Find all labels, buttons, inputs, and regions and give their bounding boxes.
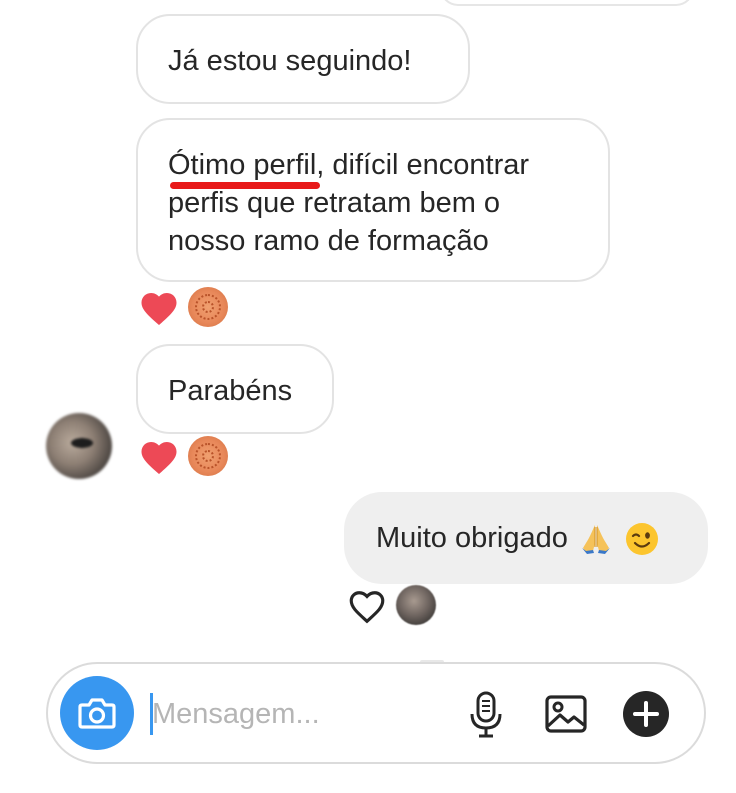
image-icon <box>545 695 587 733</box>
red-underline-annotation <box>170 182 321 189</box>
reactor-avatar <box>188 436 228 476</box>
message-text: Já estou seguindo! <box>168 45 412 77</box>
heart-icon <box>141 293 177 326</box>
outgoing-message-bubble[interactable]: Muito obrigado <box>344 492 708 584</box>
underlined-text: Ótimo perfil <box>168 146 321 189</box>
sender-avatar[interactable] <box>46 413 112 479</box>
gallery-button[interactable] <box>538 686 594 742</box>
camera-icon <box>78 698 116 729</box>
more-options-button[interactable] <box>618 686 674 742</box>
heart-icon <box>141 442 177 475</box>
incoming-message-bubble[interactable]: Já estou seguindo! <box>136 14 470 104</box>
previous-message-bubble <box>440 0 694 6</box>
plus-icon <box>623 691 669 737</box>
message-reactions[interactable] <box>138 287 228 327</box>
camera-button[interactable] <box>60 676 134 750</box>
microphone-button[interactable] <box>458 686 514 742</box>
message-reactions[interactable] <box>346 585 436 625</box>
message-text: Muito obrigado <box>376 522 568 554</box>
reactor-avatar <box>188 287 228 327</box>
microphone-icon <box>470 691 502 738</box>
message-reactions[interactable] <box>138 436 228 476</box>
message-input[interactable] <box>152 688 452 740</box>
message-composer <box>46 662 706 764</box>
folded-hands-emoji <box>581 525 610 555</box>
incoming-message-bubble[interactable]: Parabéns <box>136 344 334 434</box>
message-text-highlight: Ótimo perfil <box>168 149 317 181</box>
winking-face-emoji <box>625 523 658 556</box>
chat-screen: Já estou seguindo! Ótimo perfil, difícil… <box>0 0 736 793</box>
incoming-message-bubble[interactable]: Ótimo perfil, difícil encontrar perfis q… <box>136 118 610 282</box>
message-text: Parabéns <box>168 375 293 407</box>
reactor-avatar <box>396 585 436 625</box>
heart-outline-icon <box>349 591 385 624</box>
